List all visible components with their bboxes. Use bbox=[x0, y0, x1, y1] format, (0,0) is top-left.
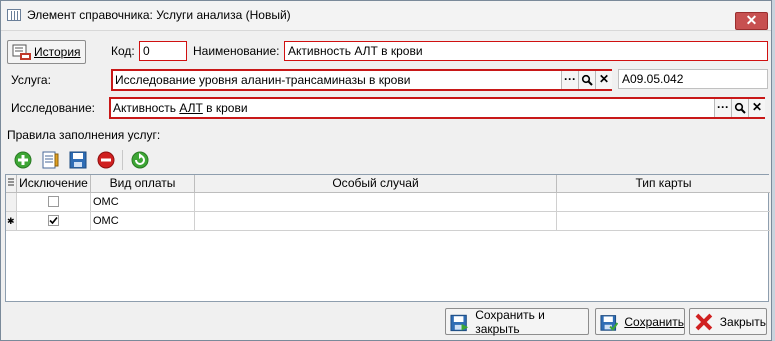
save-close-icon bbox=[450, 314, 469, 331]
table-row-payment[interactable]: ОМС bbox=[91, 212, 195, 231]
grid-corner[interactable] bbox=[6, 175, 17, 193]
title-bar[interactable]: Элемент справочника: Услуги анализа (Нов… bbox=[1, 1, 771, 31]
service-value: Исследование уровня аланин-трансаминазы … bbox=[115, 73, 411, 87]
table-row-special[interactable] bbox=[195, 212, 557, 231]
window-icon bbox=[7, 9, 21, 21]
table-row-exclusion[interactable] bbox=[17, 193, 91, 212]
column-header-card[interactable]: Тип карты bbox=[557, 175, 770, 193]
history-icon bbox=[12, 44, 31, 60]
service-select-button[interactable]: ··· bbox=[561, 71, 578, 89]
table-row-card[interactable] bbox=[557, 193, 770, 212]
study-value-link[interactable]: АЛТ bbox=[179, 101, 202, 115]
rules-grid[interactable]: Исключение Вид оплаты Особый случай Тип … bbox=[5, 174, 770, 302]
study-label: Исследование: bbox=[11, 101, 95, 115]
refresh-icon[interactable] bbox=[131, 151, 149, 169]
history-label: История bbox=[34, 45, 81, 59]
add-icon[interactable] bbox=[14, 151, 32, 169]
rules-label: Правила заполнения услуг: bbox=[7, 128, 161, 142]
save-icon[interactable] bbox=[69, 151, 87, 169]
save-and-close-button[interactable]: Сохранить и закрыть bbox=[445, 307, 589, 336]
toolbar-separator bbox=[122, 150, 123, 170]
service-label: Услуга: bbox=[11, 73, 51, 87]
column-header-payment[interactable]: Вид оплаты bbox=[91, 175, 195, 193]
delete-icon[interactable] bbox=[97, 151, 115, 169]
service-code-field[interactable]: A09.05.042 bbox=[618, 69, 768, 89]
dialog-window: Элемент справочника: Услуги анализа (Нов… bbox=[0, 0, 772, 341]
save-button[interactable]: Сохранить bbox=[595, 308, 685, 335]
column-chooser-icon bbox=[8, 178, 14, 186]
service-lookup[interactable]: Исследование уровня аланин-трансаминазы … bbox=[111, 69, 612, 91]
table-row-special[interactable] bbox=[195, 193, 557, 212]
name-field[interactable]: Активность АЛТ в крови bbox=[284, 41, 768, 61]
study-lookup[interactable]: Активность АЛТ в крови ··· ✕ bbox=[109, 97, 765, 119]
study-search-button[interactable] bbox=[731, 99, 748, 117]
save-and-close-label: Сохранить и закрыть bbox=[475, 307, 545, 336]
code-field[interactable]: 0 bbox=[139, 41, 187, 61]
save-icon bbox=[600, 314, 619, 331]
service-clear-button[interactable]: ✕ bbox=[595, 71, 612, 89]
checkmark-icon bbox=[49, 216, 58, 225]
close-icon bbox=[695, 313, 713, 330]
window-title: Элемент справочника: Услуги анализа (Нов… bbox=[27, 8, 291, 22]
table-row-card[interactable] bbox=[557, 212, 770, 231]
name-label: Наименование: bbox=[193, 44, 280, 58]
row-marker-new[interactable]: ✱ bbox=[6, 212, 17, 231]
exclusion-checkbox[interactable] bbox=[48, 196, 59, 207]
column-header-exclusion[interactable]: Исключение bbox=[17, 175, 91, 193]
exclusion-checkbox-checked[interactable] bbox=[48, 215, 59, 226]
save-label: Сохранить bbox=[624, 314, 684, 329]
edit-icon[interactable] bbox=[42, 151, 60, 169]
table-row-payment[interactable]: ОМС bbox=[91, 193, 195, 212]
column-header-special[interactable]: Особый случай bbox=[195, 175, 557, 193]
close-label: Закрыть bbox=[719, 314, 766, 329]
code-label: Код: bbox=[111, 44, 135, 58]
service-search-button[interactable] bbox=[578, 71, 595, 89]
history-button[interactable]: История bbox=[7, 40, 86, 64]
window-close-button[interactable]: ✕ bbox=[735, 12, 768, 30]
magnifier-icon bbox=[581, 74, 593, 86]
study-value: Активность АЛТ в крови bbox=[113, 101, 248, 115]
magnifier-icon bbox=[734, 102, 746, 114]
study-select-button[interactable]: ··· bbox=[714, 99, 731, 117]
close-button[interactable]: Закрыть bbox=[689, 308, 767, 335]
table-row-exclusion[interactable] bbox=[17, 212, 91, 231]
row-marker[interactable] bbox=[6, 193, 17, 212]
study-clear-button[interactable]: ✕ bbox=[748, 99, 765, 117]
